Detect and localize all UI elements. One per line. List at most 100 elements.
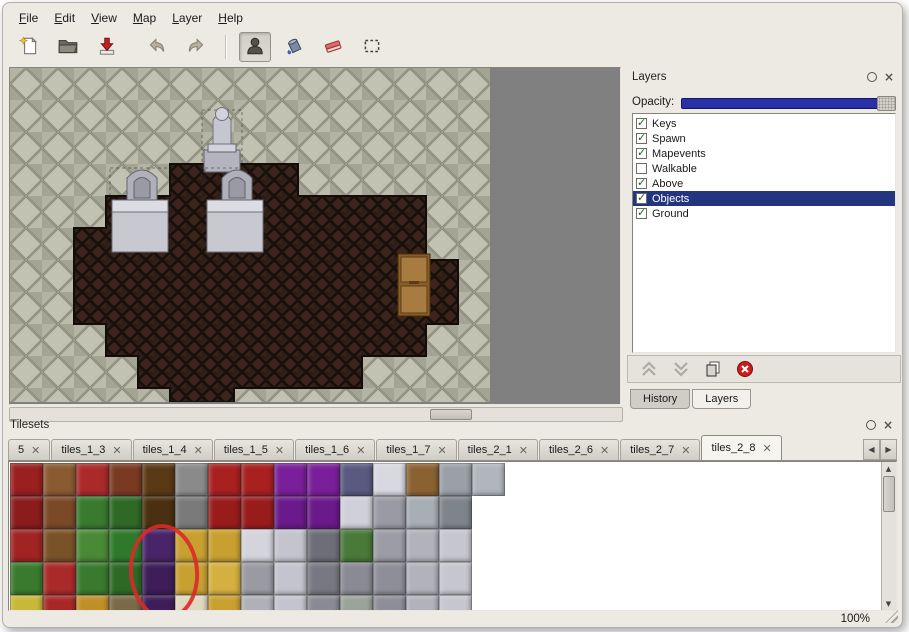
layer-visibility-checkbox[interactable] xyxy=(636,148,647,159)
tileset-tab-tiles_1_5[interactable]: tiles_1_5✕ xyxy=(214,439,294,460)
layer-visibility-checkbox[interactable] xyxy=(636,133,647,144)
tile-r2-c13[interactable] xyxy=(406,496,439,529)
tile-r3-c1[interactable] xyxy=(10,529,43,562)
layer-row-mapevents[interactable]: Mapevents xyxy=(633,146,895,161)
tile-r1-c14[interactable] xyxy=(439,463,472,496)
layer-row-spawn[interactable]: Spawn xyxy=(633,131,895,146)
tile-r2-c6[interactable] xyxy=(175,496,208,529)
tile-r4-c11[interactable] xyxy=(340,562,373,595)
tile-r4-c15[interactable] xyxy=(472,562,505,595)
new-file-button[interactable] xyxy=(13,32,45,62)
tile-r5-c12[interactable] xyxy=(373,595,406,611)
tileset-vscrollbar[interactable]: ▲ ▼ xyxy=(881,462,896,610)
tile-r1-c1[interactable] xyxy=(10,463,43,496)
eraser-tool-button[interactable] xyxy=(317,32,349,62)
tile-r2-c8[interactable] xyxy=(241,496,274,529)
tileset-tab-tiles_2_6[interactable]: tiles_2_6✕ xyxy=(539,439,619,460)
tile-r2-c15[interactable] xyxy=(472,496,505,529)
tile-r4-c7[interactable] xyxy=(208,562,241,595)
tab-close-icon[interactable]: ✕ xyxy=(681,444,690,457)
select-tool-button[interactable] xyxy=(356,32,388,62)
tileset-tab-5[interactable]: 5✕ xyxy=(8,439,50,460)
scroll-up-arrow[interactable]: ▲ xyxy=(882,462,895,475)
tile-r4-c14[interactable] xyxy=(439,562,472,595)
tab-close-icon[interactable]: ✕ xyxy=(600,444,609,457)
tile-r3-c7[interactable] xyxy=(208,529,241,562)
tileset-tab-tiles_1_3[interactable]: tiles_1_3✕ xyxy=(51,439,131,460)
tile-r5-c7[interactable] xyxy=(208,595,241,611)
opacity-slider[interactable] xyxy=(681,95,896,110)
tileset-tab-tiles_1_4[interactable]: tiles_1_4✕ xyxy=(133,439,213,460)
tile-r2-c16[interactable] xyxy=(505,496,538,529)
tab-close-icon[interactable]: ✕ xyxy=(763,442,772,455)
tile-r5-c2[interactable] xyxy=(43,595,76,611)
tab-close-icon[interactable]: ✕ xyxy=(437,444,446,457)
tile-r1-c16[interactable] xyxy=(505,463,538,496)
tile-r2-c3[interactable] xyxy=(76,496,109,529)
tab-close-icon[interactable]: ✕ xyxy=(194,444,203,457)
tile-r3-c15[interactable] xyxy=(472,529,505,562)
tile-r4-c13[interactable] xyxy=(406,562,439,595)
tile-r2-c2[interactable] xyxy=(43,496,76,529)
move-layer-down-button[interactable] xyxy=(668,358,694,380)
tile-r1-c6[interactable] xyxy=(175,463,208,496)
tileset-tab-tiles_2_8[interactable]: tiles_2_8✕ xyxy=(701,435,781,460)
tile-r5-c16[interactable] xyxy=(505,595,538,611)
tile-r4-c2[interactable] xyxy=(43,562,76,595)
tile-r1-c9[interactable] xyxy=(274,463,307,496)
tile-r1-c12[interactable] xyxy=(373,463,406,496)
tile-r4-c1[interactable] xyxy=(10,562,43,595)
menu-file[interactable]: File xyxy=(11,8,46,28)
menu-layer[interactable]: Layer xyxy=(164,8,210,28)
tileset-tab-tiles_2_1[interactable]: tiles_2_1✕ xyxy=(458,439,538,460)
layer-row-walkable[interactable]: Walkable xyxy=(633,161,895,176)
tile-r4-c8[interactable] xyxy=(241,562,274,595)
tile-r1-c7[interactable] xyxy=(208,463,241,496)
tile-r5-c13[interactable] xyxy=(406,595,439,611)
tile-r5-c15[interactable] xyxy=(472,595,505,611)
tile-r4-c10[interactable] xyxy=(307,562,340,595)
open-button[interactable] xyxy=(52,32,84,62)
tile-r3-c12[interactable] xyxy=(373,529,406,562)
tile-r4-c9[interactable] xyxy=(274,562,307,595)
menu-view[interactable]: View xyxy=(83,8,125,28)
tile-r2-c1[interactable] xyxy=(10,496,43,529)
layer-row-ground[interactable]: Ground xyxy=(633,206,895,221)
tile-r3-c10[interactable] xyxy=(307,529,340,562)
tile-r4-c3[interactable] xyxy=(76,562,109,595)
tile-r3-c8[interactable] xyxy=(241,529,274,562)
map-canvas[interactable] xyxy=(9,67,621,405)
tab-close-icon[interactable]: ✕ xyxy=(275,444,284,457)
tile-r5-c3[interactable] xyxy=(76,595,109,611)
tile-r2-c9[interactable] xyxy=(274,496,307,529)
tile-r2-c10[interactable] xyxy=(307,496,340,529)
tile-r1-c13[interactable] xyxy=(406,463,439,496)
layer-visibility-checkbox[interactable] xyxy=(636,118,647,129)
layers-close-button[interactable]: × xyxy=(882,70,896,84)
scroll-down-arrow[interactable]: ▼ xyxy=(882,597,895,610)
fill-tool-button[interactable] xyxy=(278,32,310,62)
tab-history[interactable]: History xyxy=(630,389,690,409)
delete-layer-button[interactable] xyxy=(732,358,758,380)
tile-r3-c2[interactable] xyxy=(43,529,76,562)
layers-detach-button[interactable] xyxy=(865,70,879,84)
tile-r1-c15[interactable] xyxy=(472,463,505,496)
tile-r4-c12[interactable] xyxy=(373,562,406,595)
tileset-tab-tiles_1_6[interactable]: tiles_1_6✕ xyxy=(295,439,375,460)
opacity-slider-handle[interactable] xyxy=(877,96,896,111)
layer-row-objects[interactable]: Objects xyxy=(633,191,895,206)
layer-visibility-checkbox[interactable] xyxy=(636,178,647,189)
menu-help[interactable]: Help xyxy=(210,8,251,28)
tab-close-icon[interactable]: ✕ xyxy=(112,444,121,457)
opacity-slider-track[interactable] xyxy=(681,98,896,109)
tile-r1-c10[interactable] xyxy=(307,463,340,496)
tile-r3-c9[interactable] xyxy=(274,529,307,562)
tile-r1-c2[interactable] xyxy=(43,463,76,496)
redo-button[interactable] xyxy=(180,32,212,62)
tile-r3-c14[interactable] xyxy=(439,529,472,562)
tileset-tab-tiles_2_7[interactable]: tiles_2_7✕ xyxy=(620,439,700,460)
tile-r2-c7[interactable] xyxy=(208,496,241,529)
tab-layers[interactable]: Layers xyxy=(692,389,751,409)
tileset-tab-tiles_1_7[interactable]: tiles_1_7✕ xyxy=(376,439,456,460)
tile-r4-c16[interactable] xyxy=(505,562,538,595)
